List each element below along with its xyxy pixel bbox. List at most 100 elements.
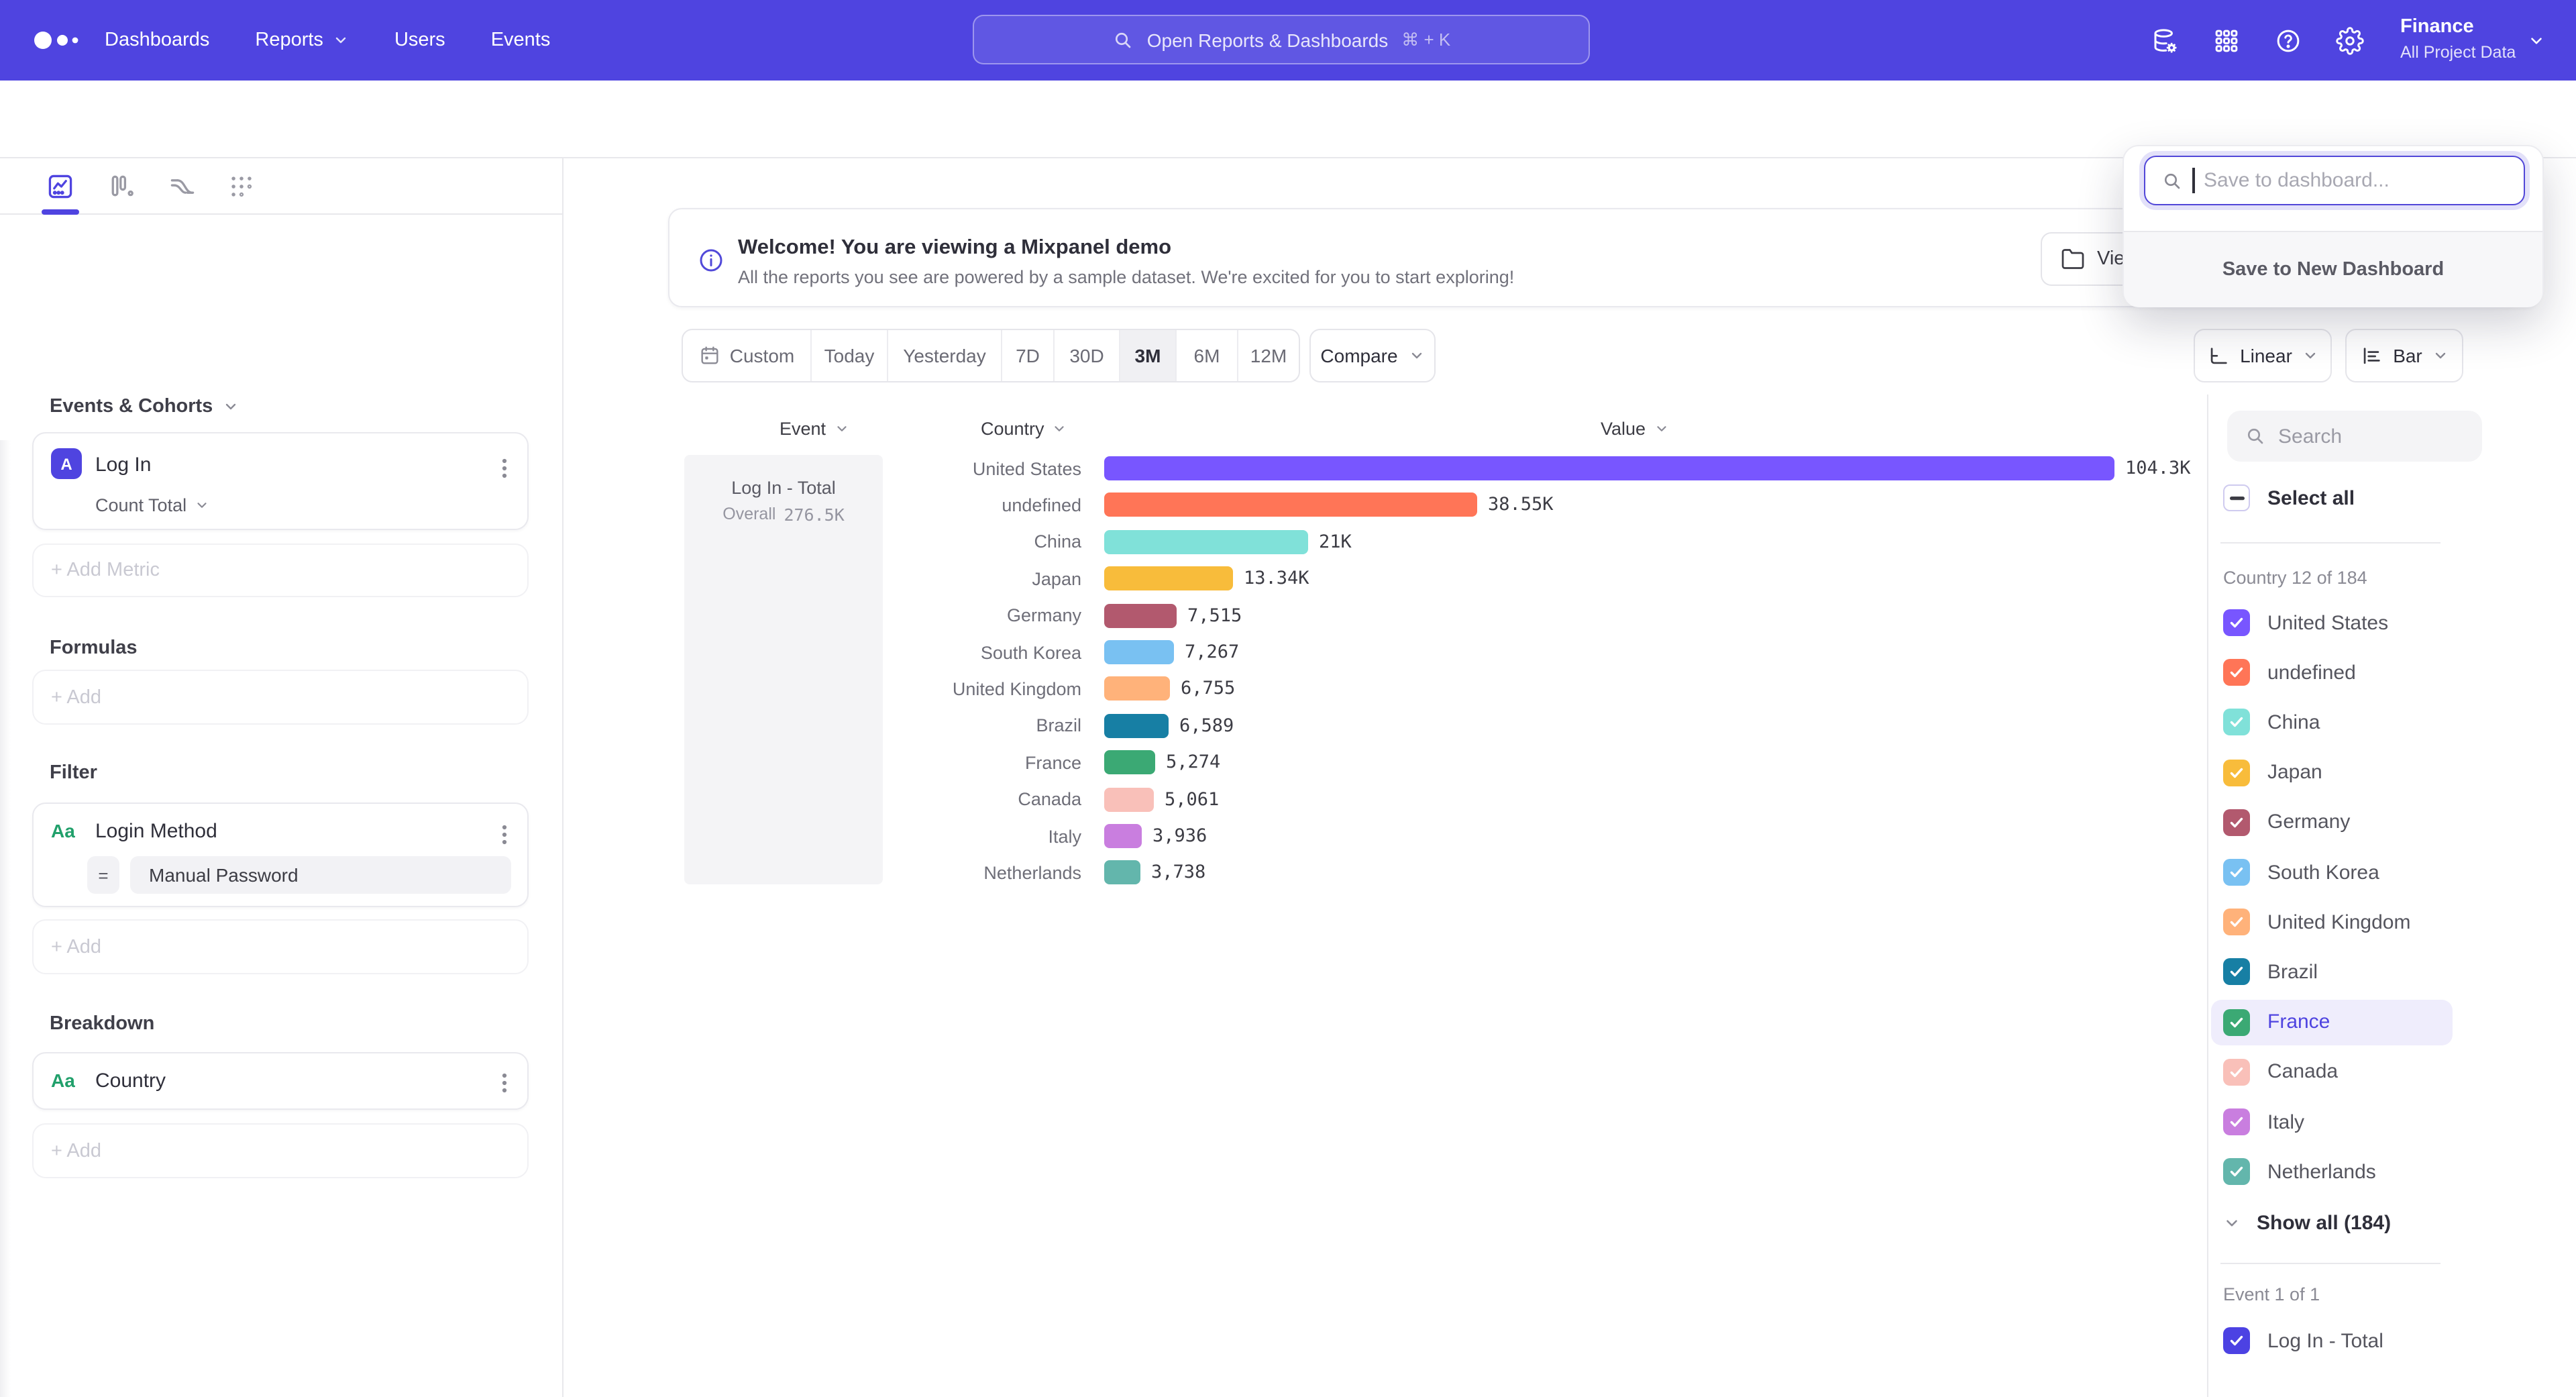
filter-operator-chip[interactable]: = xyxy=(87,856,119,894)
project-switcher[interactable]: Finance All Project Data xyxy=(2400,13,2516,64)
legend-checkbox[interactable] xyxy=(2223,909,2250,935)
check-icon xyxy=(2229,1014,2245,1030)
bar-segment[interactable] xyxy=(1104,566,1233,590)
legend-item-germany[interactable]: Germany xyxy=(2223,800,2361,845)
nav-item-events[interactable]: Events xyxy=(491,30,551,51)
bar-segment[interactable] xyxy=(1104,456,2114,480)
legend-checkbox[interactable] xyxy=(2223,1059,2250,1086)
filter-value-input[interactable]: Manual Password xyxy=(130,856,511,894)
legend-item-south-korea[interactable]: South Korea xyxy=(2223,849,2390,895)
event-summary-panel[interactable]: Log In - Total Overall 276.5K xyxy=(684,455,883,884)
legend-checkbox[interactable] xyxy=(2223,859,2250,886)
add-breakdown-button[interactable]: + Add xyxy=(32,1123,529,1178)
legend-checkbox[interactable] xyxy=(2223,759,2250,786)
bar-segment[interactable] xyxy=(1104,493,1477,517)
scale-selector-button[interactable]: Linear xyxy=(2194,329,2332,382)
range-3m[interactable]: 3M xyxy=(1120,330,1177,381)
report-type-tabs xyxy=(0,158,562,215)
legend-item-france[interactable]: France xyxy=(2211,999,2453,1045)
show-all-button[interactable]: Show all (184) xyxy=(2223,1202,2391,1243)
compare-button[interactable]: Compare xyxy=(1309,329,1436,382)
bar-segment[interactable] xyxy=(1104,861,1140,885)
nav-item-users[interactable]: Users xyxy=(394,30,445,51)
bar-segment[interactable] xyxy=(1104,530,1308,554)
add-filter-button[interactable]: + Add xyxy=(32,919,529,974)
legend-search-input[interactable]: Search xyxy=(2227,411,2482,462)
legend-item-undefined[interactable]: undefined xyxy=(2223,650,2367,695)
save-to-new-dashboard-button[interactable]: Save to New Dashboard xyxy=(2124,232,2542,307)
legend-event-item-log-in-total[interactable]: Log In - Total xyxy=(2223,1318,2394,1363)
add-formula-button[interactable]: + Add xyxy=(32,670,529,725)
range-30d[interactable]: 30D xyxy=(1055,330,1120,381)
bar-segment[interactable] xyxy=(1104,640,1174,664)
save-to-dashboard-input[interactable]: Save to dashboard... xyxy=(2144,156,2525,205)
chart-type-button[interactable]: Bar xyxy=(2345,329,2463,382)
select-all-row[interactable]: Select all xyxy=(2223,475,2365,521)
breakdown-property-name[interactable]: Country xyxy=(95,1070,166,1092)
tab-flows[interactable] xyxy=(165,169,200,204)
range-custom[interactable]: Custom xyxy=(683,330,812,381)
legend-checkbox[interactable] xyxy=(2223,609,2250,636)
breakdown-card[interactable]: Aa Country xyxy=(32,1052,529,1110)
range-today[interactable]: Today xyxy=(812,330,888,381)
legend-item-brazil[interactable]: Brazil xyxy=(2223,949,2328,995)
bar-segment[interactable] xyxy=(1104,787,1154,811)
legend-item-netherlands[interactable]: Netherlands xyxy=(2223,1149,2387,1194)
legend-checkbox[interactable] xyxy=(2223,1108,2250,1135)
range-yesterday[interactable]: Yesterday xyxy=(888,330,1002,381)
data-management-icon[interactable] xyxy=(2133,26,2195,54)
bar-category-label: Brazil xyxy=(892,716,1081,736)
metric-card[interactable]: A Log In Count Total xyxy=(32,432,529,530)
property-type-icon: Aa xyxy=(51,820,75,841)
filter-card[interactable]: Aa Login Method = Manual Password xyxy=(32,803,529,907)
range-7d[interactable]: 7D xyxy=(1002,330,1055,381)
range-6m[interactable]: 6M xyxy=(1177,330,1238,381)
filter-property-name[interactable]: Login Method xyxy=(95,820,217,843)
bar-segment[interactable] xyxy=(1104,824,1142,848)
tab-retention[interactable] xyxy=(224,169,259,204)
nav-item-dashboards[interactable]: Dashboards xyxy=(105,30,209,51)
value-column-header[interactable]: Value xyxy=(1601,419,1668,439)
mixpanel-logo-icon[interactable] xyxy=(30,27,86,54)
legend-checkbox[interactable] xyxy=(2223,659,2250,686)
bar-segment[interactable] xyxy=(1104,714,1169,738)
filter-kebab-icon[interactable] xyxy=(495,820,514,849)
tab-funnels[interactable] xyxy=(105,169,140,204)
legend-item-japan[interactable]: Japan xyxy=(2223,749,2333,795)
legend-checkbox[interactable] xyxy=(2223,809,2250,836)
event-column-header[interactable]: Event xyxy=(780,419,849,439)
range-12m[interactable]: 12M xyxy=(1238,330,1299,381)
legend-checkbox[interactable] xyxy=(2223,959,2250,986)
events-cohorts-section-label[interactable]: Events & Cohorts xyxy=(50,396,238,417)
legend-item-united-kingdom[interactable]: United Kingdom xyxy=(2223,899,2421,945)
bar-segment[interactable] xyxy=(1104,677,1170,701)
bar-value-label: 7,515 xyxy=(1187,605,1242,626)
legend-item-canada[interactable]: Canada xyxy=(2223,1049,2349,1095)
breakdown-kebab-icon[interactable] xyxy=(495,1068,514,1098)
bar-segment[interactable] xyxy=(1104,750,1155,774)
legend-checkbox[interactable] xyxy=(2223,1158,2250,1185)
legend-checkbox[interactable] xyxy=(2223,1008,2250,1035)
check-icon xyxy=(2229,964,2245,980)
metric-event-name[interactable]: Log In xyxy=(95,454,151,476)
select-all-checkbox[interactable] xyxy=(2223,484,2250,511)
tab-insights[interactable] xyxy=(43,169,78,204)
add-metric-button[interactable]: + Add Metric xyxy=(32,544,529,597)
check-icon xyxy=(2229,1163,2245,1180)
metric-kebab-icon[interactable] xyxy=(495,454,514,483)
settings-gear-icon[interactable] xyxy=(2318,26,2380,54)
project-subtitle: All Project Data xyxy=(2400,40,2516,64)
global-search-button[interactable]: Open Reports & Dashboards ⌘ + K xyxy=(973,15,1590,64)
legend-checkbox[interactable] xyxy=(2223,709,2250,736)
help-icon[interactable] xyxy=(2257,26,2318,54)
text-caret xyxy=(2192,168,2194,193)
bar-segment[interactable] xyxy=(1104,603,1177,627)
apps-grid-icon[interactable] xyxy=(2195,26,2257,54)
legend-checkbox[interactable] xyxy=(2223,1327,2250,1354)
nav-item-reports[interactable]: Reports xyxy=(255,30,349,51)
legend-item-italy[interactable]: Italy xyxy=(2223,1099,2315,1145)
legend-item-united-states[interactable]: United States xyxy=(2223,600,2399,645)
legend-item-china[interactable]: China xyxy=(2223,700,2330,745)
aggregation-selector[interactable]: Count Total xyxy=(95,495,209,515)
breakdown-column-header[interactable]: Country xyxy=(981,419,1067,439)
